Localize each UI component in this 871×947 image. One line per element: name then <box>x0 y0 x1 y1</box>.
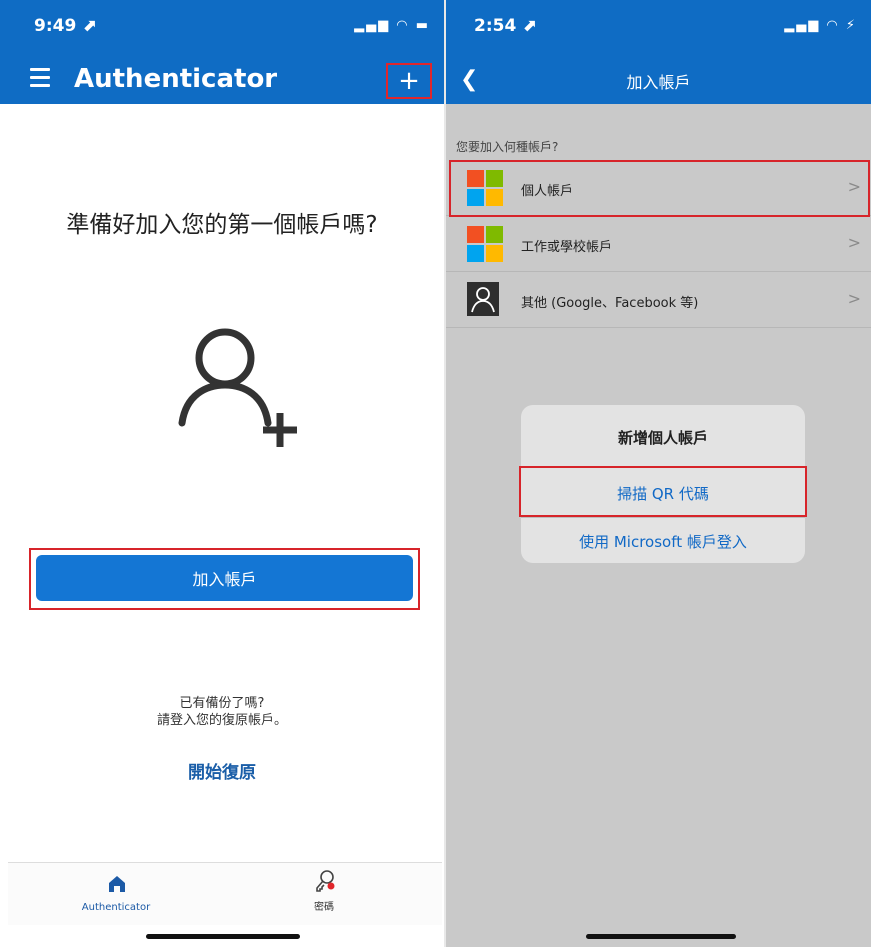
app-title: Authenticator <box>74 64 278 94</box>
tab-authenticator-label: Authenticator <box>81 902 151 913</box>
page-title: 加入帳戶 <box>626 73 691 92</box>
person-icon <box>467 282 499 316</box>
account-type-label: 其他 (Google、Facebook 等) <box>521 296 699 311</box>
tab-passwords-label: 密碼 <box>314 902 334 913</box>
page-header: ❮ 加入帳戶 <box>446 54 871 104</box>
personal-account-highlight <box>449 160 870 217</box>
tab-passwords[interactable]: 密碼 <box>224 863 424 923</box>
account-type-question: 您要加入何種帳戶? <box>456 140 559 154</box>
status-icons: ▂▄▆ ◠ ⚡ <box>784 18 857 33</box>
app-header: Authenticator + <box>0 54 444 104</box>
chevron-right-icon: > <box>847 233 861 252</box>
add-account-plus-button[interactable]: + <box>386 63 432 99</box>
plus-icon: + <box>398 66 420 96</box>
sheet-divider <box>521 517 805 518</box>
account-type-other[interactable]: 其他 (Google、Facebook 等) > <box>446 272 871 328</box>
scan-qr-highlight <box>519 466 807 517</box>
status-time: 9:49 ⬈ <box>34 16 97 36</box>
microsoft-sign-in-option[interactable]: 使用 Microsoft 帳戶登入 <box>521 531 805 552</box>
sheet-title: 新增個人帳戶 <box>617 429 708 447</box>
status-bar: 9:49 ⬈ ▂▄▆ ◠ ▬ <box>0 0 444 54</box>
status-icons: ▂▄▆ ◠ ▬ <box>354 18 430 33</box>
add-account-screen: 2:54 ⬈ ▂▄▆ ◠ ⚡ ❮ 加入帳戶 您要加入何種帳戶? 個人帳戶 > 工… <box>446 0 871 947</box>
key-icon <box>316 870 335 892</box>
home-indicator[interactable] <box>586 934 736 939</box>
add-account-highlight: 加入帳戶 <box>29 548 420 610</box>
add-account-button[interactable]: 加入帳戶 <box>36 555 413 601</box>
chevron-right-icon: > <box>847 289 861 308</box>
home-icon <box>109 876 125 892</box>
account-type-work-school[interactable]: 工作或學校帳戶 > <box>446 216 871 272</box>
welcome-prompt: 準備好加入您的第一個帳戶嗎? <box>66 212 378 238</box>
backup-line-2: 請登入您的復原帳戶。 <box>156 713 287 728</box>
tab-authenticator[interactable]: Authenticator <box>16 863 216 923</box>
hamburger-menu-icon[interactable] <box>30 68 50 88</box>
start-recovery-link[interactable]: 開始復原 <box>0 758 444 783</box>
backup-text: 已有備份了嗎? 請登入您的復原帳戶。 <box>0 695 444 729</box>
authenticator-home-screen: 9:49 ⬈ ▂▄▆ ◠ ▬ Authenticator + 準備好加入您的第一… <box>0 0 444 947</box>
account-type-label: 工作或學校帳戶 <box>521 240 613 255</box>
tab-bar: Authenticator 密碼 <box>8 862 442 925</box>
add-person-icon <box>178 328 297 447</box>
status-bar: 2:54 ⬈ ▂▄▆ ◠ ⚡ <box>446 0 871 54</box>
microsoft-logo-icon <box>467 226 503 262</box>
status-time: 2:54 ⬈ <box>474 16 537 36</box>
backup-line-1: 已有備份了嗎? <box>179 696 265 711</box>
home-indicator[interactable] <box>146 934 300 939</box>
